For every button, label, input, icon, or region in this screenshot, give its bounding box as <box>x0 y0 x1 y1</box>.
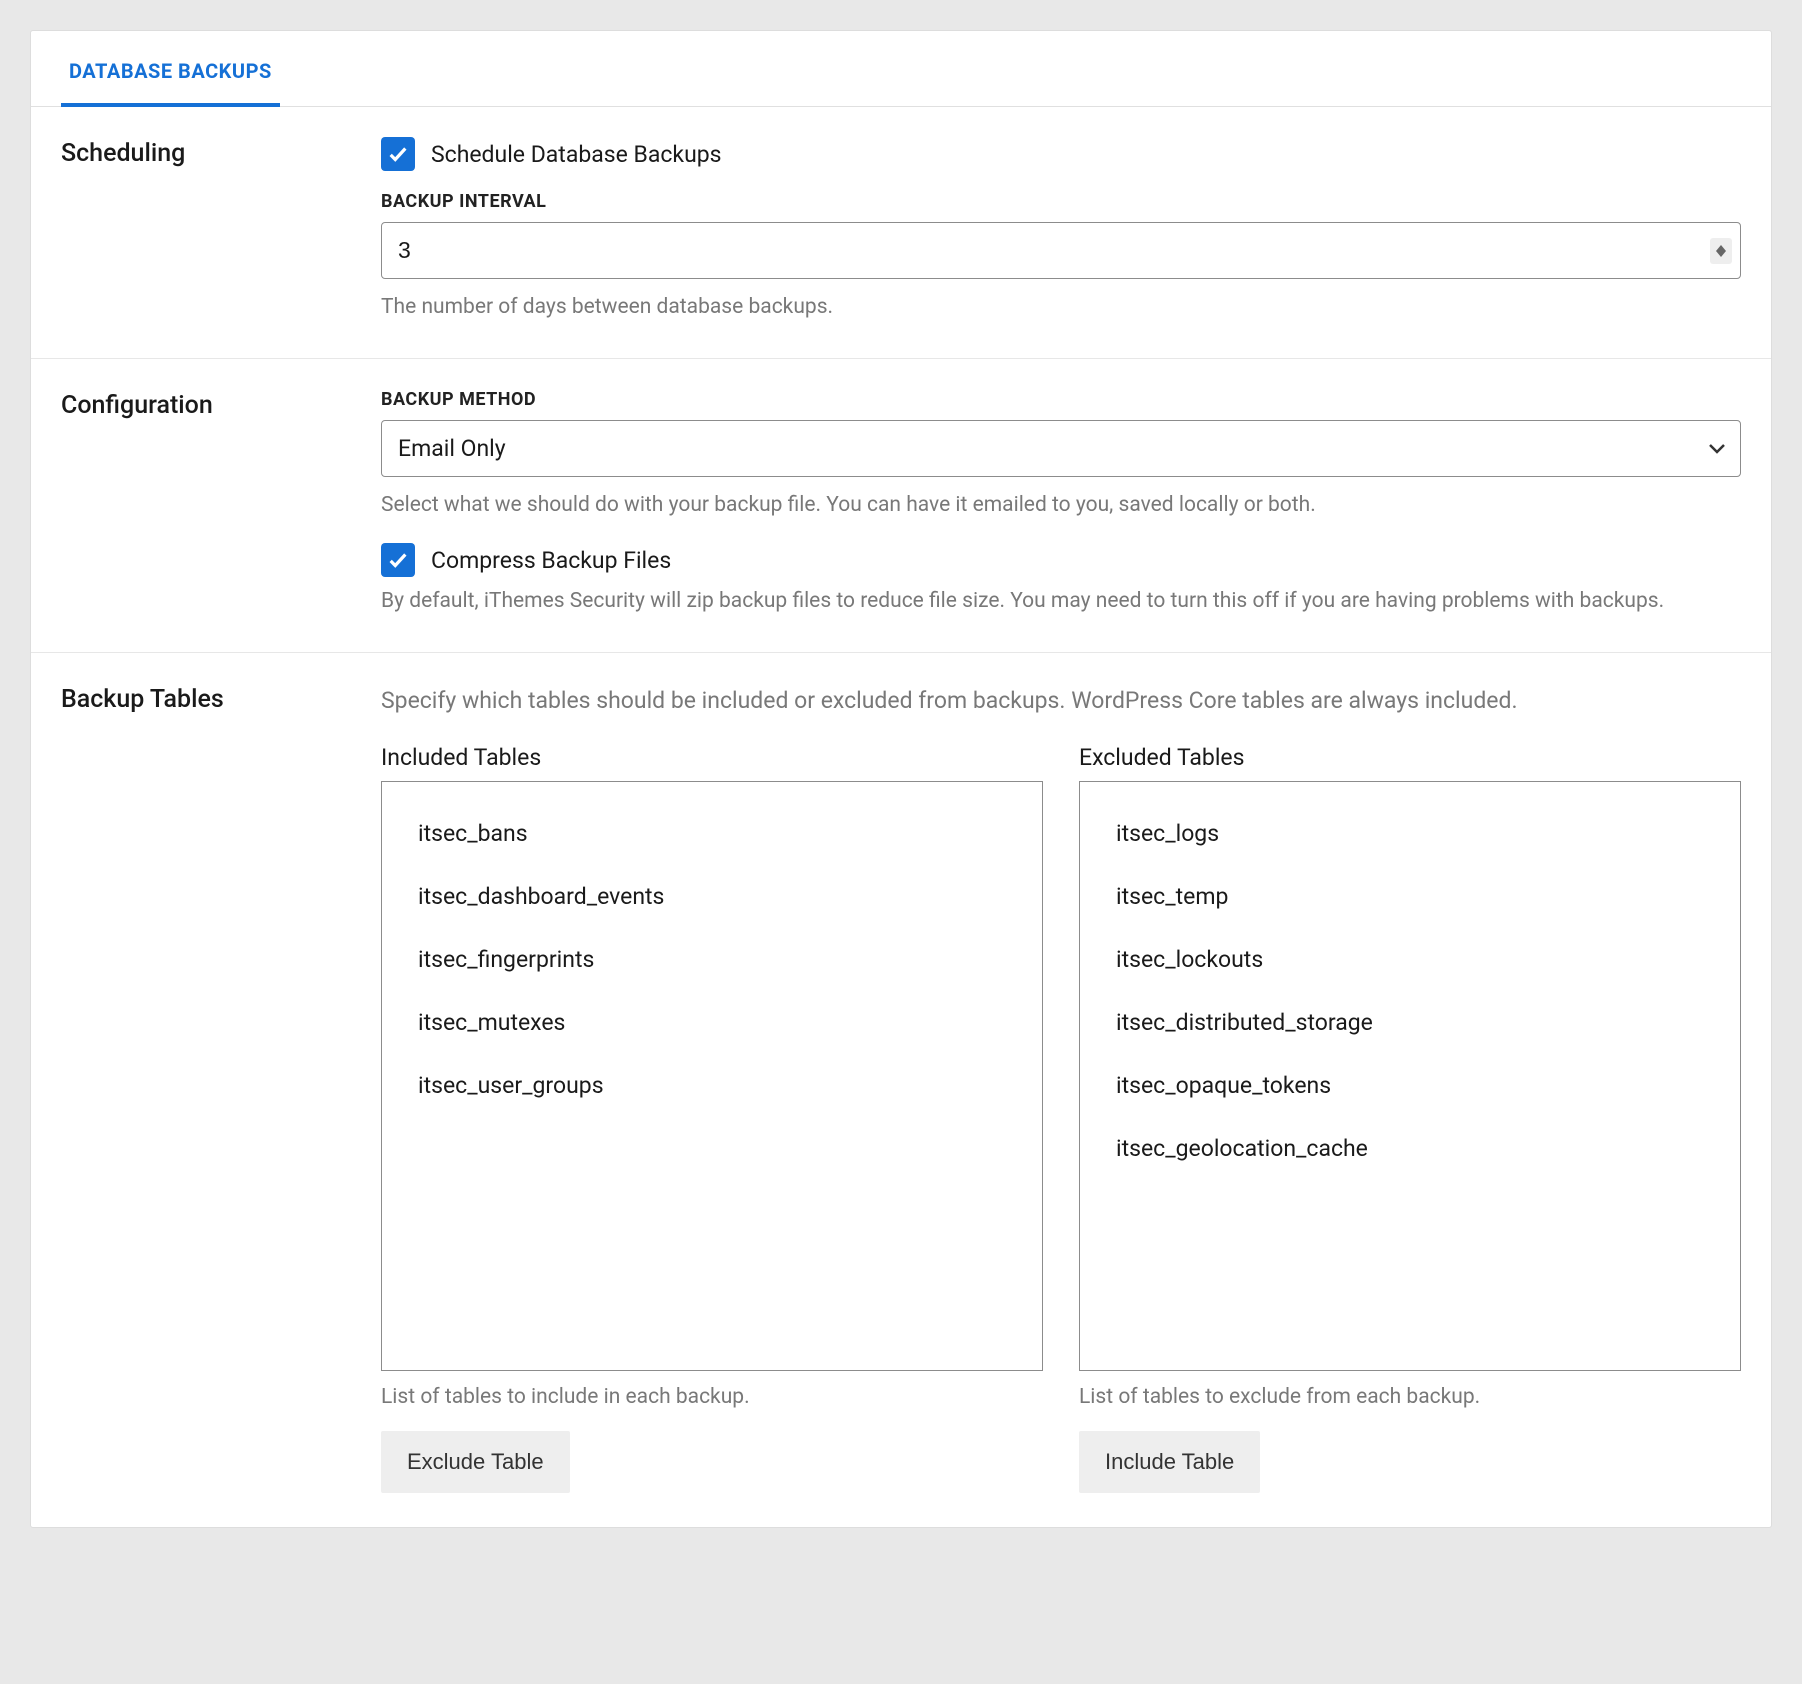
excluded-tables-listbox[interactable]: itsec_logsitsec_tempitsec_lockoutsitsec_… <box>1079 781 1741 1371</box>
number-spinner[interactable] <box>1710 238 1732 264</box>
section-title-scheduling: Scheduling <box>61 137 341 324</box>
exclude-table-button[interactable]: Exclude Table <box>381 1431 570 1493</box>
excluded-tables-help: List of tables to exclude from each back… <box>1079 1385 1741 1409</box>
section-scheduling: Scheduling Schedule Database Backups BAC… <box>31 107 1771 359</box>
included-tables-column: Included Tables itsec_bansitsec_dashboar… <box>381 744 1043 1493</box>
section-backup-tables: Backup Tables Specify which tables shoul… <box>31 653 1771 1528</box>
backup-method-label: BACKUP METHOD <box>381 389 1741 410</box>
list-item[interactable]: itsec_temp <box>1104 865 1716 928</box>
tab-database-backups[interactable]: DATABASE BACKUPS <box>61 31 280 107</box>
backup-method-value: Email Only <box>382 421 1740 476</box>
list-item[interactable]: itsec_mutexes <box>406 991 1018 1054</box>
schedule-checkbox[interactable] <box>381 137 415 171</box>
backup-method-help: Select what we should do with your backu… <box>381 489 1741 522</box>
schedule-checkbox-label: Schedule Database Backups <box>431 141 722 168</box>
included-tables-listbox[interactable]: itsec_bansitsec_dashboard_eventsitsec_fi… <box>381 781 1043 1371</box>
check-icon <box>387 143 409 165</box>
backup-interval-input[interactable] <box>382 223 1740 278</box>
backup-interval-label: BACKUP INTERVAL <box>381 191 1741 212</box>
included-tables-help: List of tables to include in each backup… <box>381 1385 1043 1409</box>
backup-method-select[interactable]: Email Only <box>381 420 1741 477</box>
include-table-button[interactable]: Include Table <box>1079 1431 1260 1493</box>
list-item[interactable]: itsec_bans <box>406 802 1018 865</box>
section-title-configuration: Configuration <box>61 389 341 618</box>
tabs-bar: DATABASE BACKUPS <box>31 31 1771 107</box>
backup-interval-help: The number of days between database back… <box>381 291 1741 324</box>
schedule-checkbox-row: Schedule Database Backups <box>381 137 1741 171</box>
excluded-tables-column: Excluded Tables itsec_logsitsec_tempitse… <box>1079 744 1741 1493</box>
compress-help: By default, iThemes Security will zip ba… <box>381 585 1741 618</box>
list-item[interactable]: itsec_logs <box>1104 802 1716 865</box>
list-item[interactable]: itsec_fingerprints <box>406 928 1018 991</box>
list-item[interactable]: itsec_dashboard_events <box>406 865 1018 928</box>
section-configuration: Configuration BACKUP METHOD Email Only S… <box>31 359 1771 653</box>
included-tables-heading: Included Tables <box>381 744 1043 771</box>
chevron-down-icon <box>1716 251 1726 257</box>
check-icon <box>387 549 409 571</box>
section-title-backup-tables: Backup Tables <box>61 683 341 1494</box>
compress-checkbox-label: Compress Backup Files <box>431 547 671 574</box>
list-item[interactable]: itsec_distributed_storage <box>1104 991 1716 1054</box>
excluded-tables-heading: Excluded Tables <box>1079 744 1741 771</box>
compress-checkbox-row: Compress Backup Files <box>381 543 1741 577</box>
settings-panel: DATABASE BACKUPS Scheduling Schedule Dat… <box>30 30 1772 1528</box>
list-item[interactable]: itsec_user_groups <box>406 1054 1018 1117</box>
list-item[interactable]: itsec_opaque_tokens <box>1104 1054 1716 1117</box>
list-item[interactable]: itsec_geolocation_cache <box>1104 1117 1716 1180</box>
backup-interval-input-wrapper <box>381 222 1741 279</box>
backup-tables-description: Specify which tables should be included … <box>381 683 1741 719</box>
compress-checkbox[interactable] <box>381 543 415 577</box>
list-item[interactable]: itsec_lockouts <box>1104 928 1716 991</box>
